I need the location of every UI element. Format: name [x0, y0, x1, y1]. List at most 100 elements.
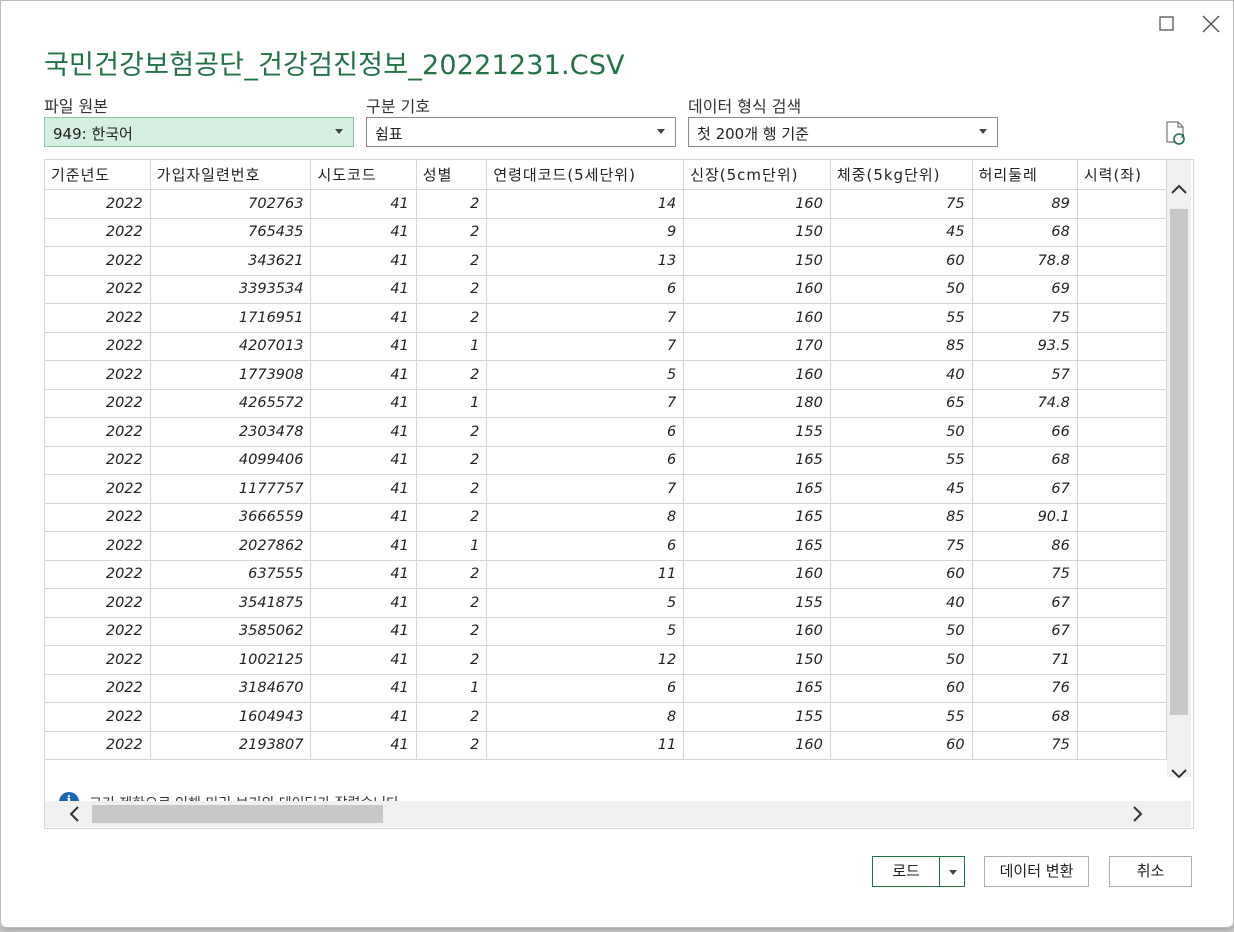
- table-row: 2022 1604943 41 2 8 155 55 68: [45, 702, 1167, 732]
- table-cell: 5: [486, 617, 685, 646]
- table-cell: 2022: [45, 731, 151, 760]
- column-header[interactable]: 허리둘레: [972, 160, 1078, 190]
- detection-dropdown[interactable]: 첫 200개 행 기준: [688, 117, 998, 147]
- table-cell: 2: [416, 417, 488, 447]
- table-cell: 89: [972, 189, 1078, 219]
- file-origin-dropdown[interactable]: 949: 한국어: [44, 117, 354, 147]
- table-cell: 2: [416, 731, 488, 760]
- table-cell: 5: [486, 588, 685, 618]
- table-cell: 45: [830, 474, 973, 504]
- load-button[interactable]: 로드: [872, 856, 940, 887]
- table-cell: 5: [486, 360, 685, 390]
- delimiter-dropdown[interactable]: 쉼표: [366, 117, 676, 147]
- table-cell: 2: [416, 360, 488, 390]
- column-header[interactable]: 신장(5cm단위): [683, 160, 831, 190]
- table-cell: [1077, 218, 1167, 247]
- close-button[interactable]: [1197, 11, 1225, 37]
- scroll-left-arrow-icon[interactable]: [65, 804, 85, 824]
- table-cell: 41: [310, 474, 417, 504]
- table-cell: 75: [972, 731, 1078, 760]
- table-cell: 165: [683, 531, 831, 561]
- table-cell: 50: [830, 645, 973, 675]
- table-cell: 2022: [45, 474, 151, 504]
- column-header[interactable]: 시도코드: [310, 160, 417, 190]
- table-cell: 7: [486, 332, 685, 361]
- table-cell: 765435: [150, 218, 312, 247]
- column-header[interactable]: 가입자일련번호: [150, 160, 312, 190]
- maximize-button[interactable]: [1153, 11, 1181, 37]
- table-cell: 41: [310, 674, 417, 703]
- table-cell: [1077, 303, 1167, 333]
- column-header[interactable]: 성별: [416, 160, 488, 190]
- table-cell: 1604943: [150, 702, 312, 732]
- table-cell: 9: [486, 218, 685, 247]
- table-cell: 67: [972, 617, 1078, 646]
- column-header[interactable]: 연령대코드(5세단위): [486, 160, 685, 190]
- table-cell: 3393534: [150, 275, 312, 304]
- table-row: 2022 4265572 41 1 7 180 65 74.8: [45, 389, 1167, 418]
- table-cell: 160: [683, 360, 831, 390]
- table-cell: 75: [830, 531, 973, 561]
- horizontal-scrollbar[interactable]: [45, 801, 1191, 827]
- refresh-button[interactable]: [1163, 120, 1187, 146]
- table-cell: 155: [683, 417, 831, 447]
- table-cell: [1077, 702, 1167, 732]
- table-cell: 41: [310, 303, 417, 333]
- delimiter-label: 구분 기호: [366, 97, 430, 116]
- table-cell: 76: [972, 674, 1078, 703]
- scroll-right-arrow-icon[interactable]: [1127, 804, 1147, 824]
- table-row: 2022 1716951 41 2 7 160 55 75: [45, 303, 1167, 333]
- column-header[interactable]: 체중(5kg단위): [830, 160, 973, 190]
- table-cell: 2022: [45, 446, 151, 475]
- table-cell: 6: [486, 446, 685, 475]
- table-cell: [1077, 246, 1167, 276]
- table-cell: 41: [310, 560, 417, 589]
- table-cell: 41: [310, 275, 417, 304]
- table-cell: 702763: [150, 189, 312, 219]
- table-cell: 68: [972, 446, 1078, 475]
- table-cell: 637555: [150, 560, 312, 589]
- close-icon: [1202, 15, 1220, 33]
- table-cell: 40: [830, 360, 973, 390]
- table-cell: 6: [486, 417, 685, 447]
- load-options-button[interactable]: [939, 856, 965, 887]
- column-header[interactable]: 시력(좌): [1077, 160, 1167, 190]
- table-cell: 3585062: [150, 617, 312, 646]
- horizontal-scroll-thumb[interactable]: [92, 805, 383, 823]
- table-cell: 85: [830, 332, 973, 361]
- table-cell: 160: [683, 617, 831, 646]
- table-cell: 2: [416, 189, 488, 219]
- scroll-up-arrow-icon[interactable]: [1169, 180, 1189, 200]
- table-cell: 68: [972, 218, 1078, 247]
- table-cell: 7: [486, 303, 685, 333]
- transform-data-button[interactable]: 데이터 변환: [984, 856, 1089, 887]
- table-cell: 165: [683, 474, 831, 504]
- table-cell: 11: [486, 731, 685, 760]
- table-row: 2022 1002125 41 2 12 150 50 71: [45, 645, 1167, 675]
- file-origin-label: 파일 원본: [44, 97, 108, 116]
- table-cell: 2022: [45, 560, 151, 589]
- table-row: 2022 702763 41 2 14 160 75 89: [45, 189, 1167, 219]
- table-cell: 2193807: [150, 731, 312, 760]
- table-cell: 2022: [45, 246, 151, 276]
- table-cell: 86: [972, 531, 1078, 561]
- table-cell: 180: [683, 389, 831, 418]
- table-cell: 6: [486, 674, 685, 703]
- table-row: 2022 3393534 41 2 6 160 50 69: [45, 275, 1167, 304]
- table-cell: [1077, 189, 1167, 219]
- table-cell: [1077, 389, 1167, 418]
- column-header[interactable]: 기준년도: [45, 160, 151, 190]
- vertical-scrollbar[interactable]: [1167, 160, 1191, 779]
- table-cell: 2027862: [150, 531, 312, 561]
- table-cell: 7: [486, 474, 685, 504]
- table-cell: 155: [683, 702, 831, 732]
- cancel-button[interactable]: 취소: [1109, 856, 1192, 887]
- table-cell: 2: [416, 503, 488, 532]
- table-cell: 165: [683, 503, 831, 532]
- scroll-down-arrow-icon[interactable]: [1169, 763, 1189, 783]
- table-cell: 50: [830, 275, 973, 304]
- table-cell: 12: [486, 645, 685, 675]
- vertical-scroll-thumb[interactable]: [1170, 209, 1188, 715]
- table-cell: 2022: [45, 332, 151, 361]
- table-cell: 41: [310, 531, 417, 561]
